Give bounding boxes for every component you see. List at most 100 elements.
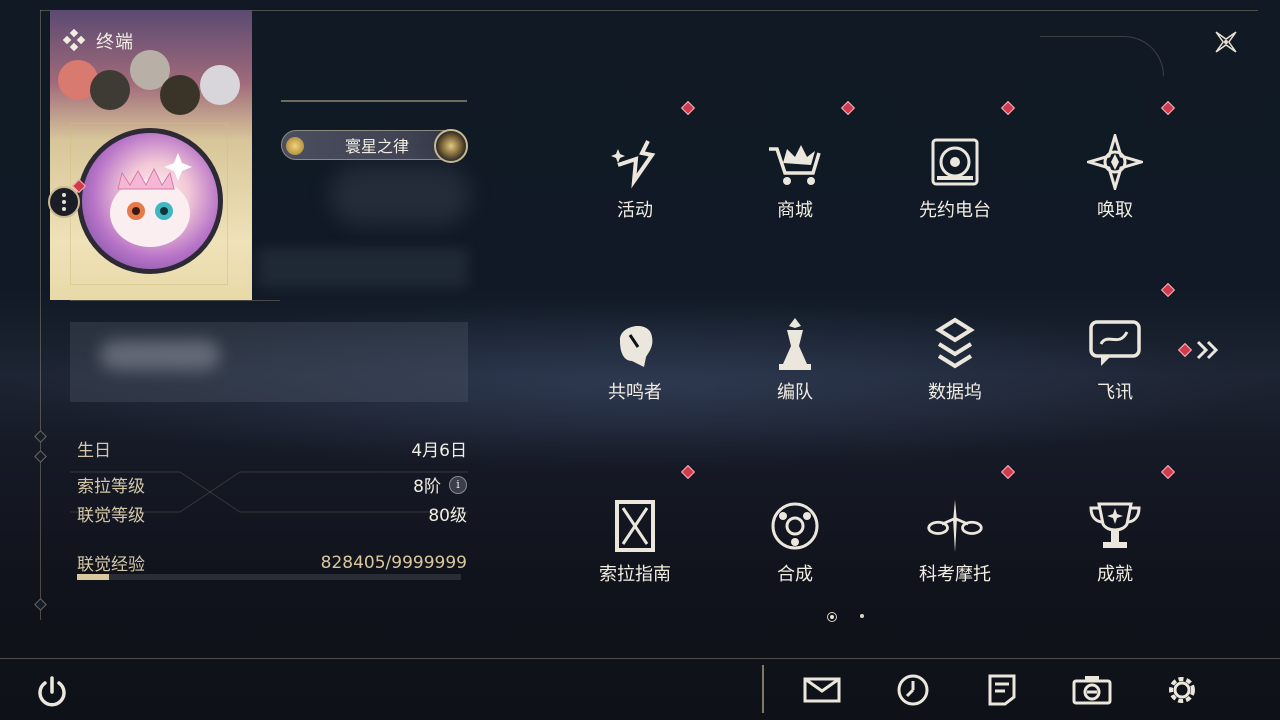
union-level-value: 80级 bbox=[428, 506, 467, 526]
notification-badge bbox=[1160, 282, 1176, 298]
menu-item-label: 数据坞 bbox=[928, 382, 982, 403]
settings-button[interactable] bbox=[1160, 668, 1204, 712]
menu-item-convene[interactable]: 唤取 bbox=[1035, 90, 1195, 250]
gem-icon bbox=[286, 137, 304, 155]
notification-badge bbox=[1177, 342, 1193, 358]
menu-item-motorbike[interactable]: 科考摩托 bbox=[875, 454, 1035, 614]
gear-icon bbox=[1169, 677, 1195, 703]
avatar[interactable] bbox=[77, 128, 223, 274]
menu-item-resonators[interactable]: 共鸣者 bbox=[555, 272, 715, 432]
union-exp-progress-fill bbox=[77, 574, 109, 580]
blurred-player-name bbox=[330, 165, 470, 225]
menu-item-label: 先约电台 bbox=[919, 200, 991, 221]
more-vertical-icon[interactable] bbox=[48, 186, 80, 218]
avatar-character-art bbox=[110, 153, 192, 247]
frame-node bbox=[34, 430, 47, 443]
stat-birthday: 生日 4月6日 bbox=[77, 436, 467, 461]
terminal-header: 终端 bbox=[62, 28, 134, 54]
union-exp-label: 联觉经验 bbox=[77, 555, 145, 575]
guide-book-icon bbox=[605, 496, 665, 556]
menu-item-label: 编队 bbox=[777, 382, 813, 403]
notification-badge bbox=[1160, 100, 1176, 116]
achievement-trophy-icon bbox=[1085, 496, 1145, 556]
name-underline bbox=[281, 100, 467, 102]
diamond-cluster-icon bbox=[62, 29, 86, 52]
message-bubble-icon bbox=[1085, 314, 1145, 374]
camera-icon bbox=[1072, 676, 1112, 705]
shop-crown-cart-icon bbox=[765, 132, 825, 192]
close-star-icon bbox=[1215, 31, 1237, 53]
divider bbox=[70, 300, 280, 301]
double-chevron-right-icon bbox=[1196, 340, 1219, 360]
page-indicator-2[interactable] bbox=[860, 614, 864, 618]
orb-icon bbox=[434, 129, 468, 163]
signature-box-blurred[interactable] bbox=[70, 322, 468, 402]
menu-item-events[interactable]: 活动 bbox=[555, 90, 715, 250]
menu-item-shop[interactable]: 商城 bbox=[715, 90, 875, 250]
bottom-separator bbox=[762, 665, 764, 713]
close-button[interactable] bbox=[1208, 24, 1244, 60]
menu-item-label: 科考摩托 bbox=[919, 564, 991, 585]
clock-button[interactable] bbox=[891, 668, 935, 712]
menu-item-achievements[interactable]: 成就 bbox=[1035, 454, 1195, 614]
union-level-label: 联觉等级 bbox=[77, 506, 145, 526]
menu-item-radio[interactable]: 先约电台 bbox=[875, 90, 1035, 250]
chibi-art bbox=[160, 75, 200, 115]
menu-item-messages[interactable]: 飞讯 bbox=[1035, 272, 1195, 432]
team-chess-icon bbox=[765, 314, 825, 374]
radio-icon bbox=[925, 132, 985, 192]
page-indicator-1[interactable] bbox=[827, 612, 837, 622]
mail-icon bbox=[803, 677, 841, 703]
power-icon bbox=[38, 676, 66, 707]
frame-corner-curve bbox=[1040, 36, 1164, 76]
motorbike-icon bbox=[925, 496, 985, 556]
union-exp-progress-bar bbox=[77, 574, 461, 580]
next-page-button[interactable] bbox=[1177, 340, 1222, 360]
birthday-label: 生日 bbox=[77, 441, 111, 461]
notification-badge bbox=[1000, 464, 1016, 480]
stat-sola-level: 索拉等级 8阶 i bbox=[77, 472, 467, 497]
resonator-head-icon bbox=[605, 314, 665, 374]
notes-button[interactable] bbox=[980, 668, 1024, 712]
menu-item-label: 商城 bbox=[777, 200, 813, 221]
menu-item-synthesis[interactable]: 合成 bbox=[715, 454, 875, 614]
menu-item-label: 成就 bbox=[1097, 564, 1133, 585]
title-badge[interactable]: 寰星之律 bbox=[281, 129, 468, 163]
chibi-art bbox=[90, 70, 130, 110]
events-icon bbox=[605, 132, 665, 192]
menu-item-label: 飞讯 bbox=[1097, 382, 1133, 403]
page-title: 终端 bbox=[96, 32, 134, 53]
menu-item-label: 合成 bbox=[777, 564, 813, 585]
chibi-art bbox=[200, 65, 240, 105]
stat-union-level: 联觉等级 80级 bbox=[77, 501, 467, 526]
notification-badge bbox=[680, 100, 696, 116]
menu-item-label: 共鸣者 bbox=[608, 382, 662, 403]
menu-item-label: 活动 bbox=[617, 200, 653, 221]
camera-button[interactable] bbox=[1070, 668, 1114, 712]
notes-icon bbox=[988, 674, 1016, 706]
power-button[interactable] bbox=[30, 670, 74, 714]
bottom-bar-line bbox=[0, 658, 1280, 659]
stat-union-exp: 联觉经验 828405/9999999 bbox=[77, 550, 467, 576]
info-icon[interactable]: i bbox=[449, 475, 467, 494]
frame-node bbox=[34, 450, 47, 463]
mail-button[interactable] bbox=[800, 668, 844, 712]
union-exp-value: 828405/9999999 bbox=[320, 552, 467, 573]
notification-badge bbox=[680, 464, 696, 480]
convene-compass-icon bbox=[1085, 132, 1145, 192]
blurred-player-id bbox=[258, 248, 468, 288]
notification-badge bbox=[840, 100, 856, 116]
sola-level-value-group: 8阶 i bbox=[413, 472, 467, 497]
menu-item-sola-guide[interactable]: 索拉指南 bbox=[555, 454, 715, 614]
birthday-value: 4月6日 bbox=[411, 441, 467, 461]
menu-item-label: 唤取 bbox=[1097, 200, 1133, 221]
synthesis-icon bbox=[765, 496, 825, 556]
sola-level-value: 8阶 bbox=[413, 477, 441, 497]
frame-node bbox=[34, 598, 47, 611]
sola-level-label: 索拉等级 bbox=[77, 477, 145, 497]
clock-icon bbox=[897, 674, 929, 706]
frame-left-line bbox=[40, 10, 41, 620]
menu-item-team[interactable]: 编队 bbox=[715, 272, 875, 432]
menu-item-label: 索拉指南 bbox=[599, 564, 671, 585]
menu-item-data-dock[interactable]: 数据坞 bbox=[875, 272, 1035, 432]
